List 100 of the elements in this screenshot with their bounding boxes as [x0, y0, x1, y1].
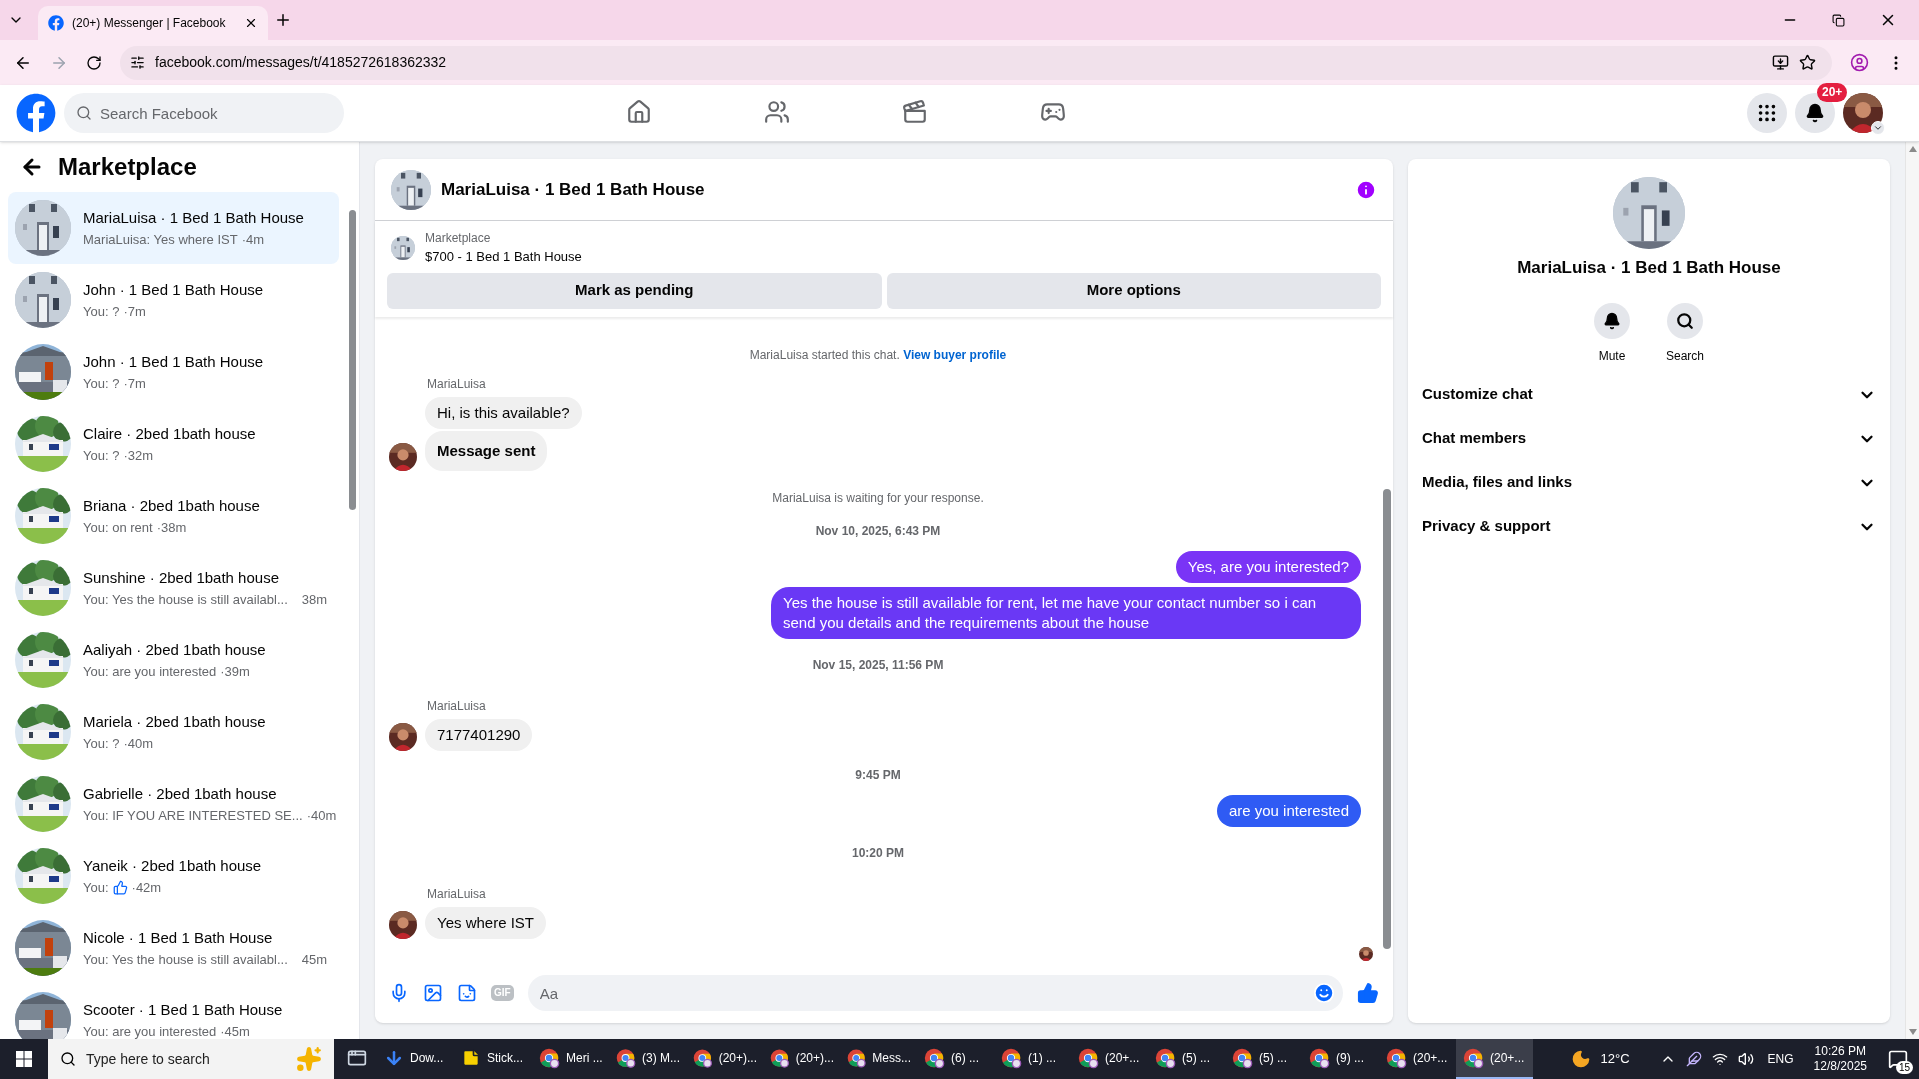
taskbar-app[interactable]: Mess...	[840, 1039, 917, 1079]
scroll-down-icon[interactable]	[1908, 1029, 1917, 1035]
language-indicator[interactable]: ENG	[1767, 1050, 1794, 1068]
taskbar-app[interactable]: (9) ...	[1302, 1039, 1379, 1079]
conversation-item[interactable]: Yaneik · 2bed 1bath house You: ·42m	[8, 840, 339, 912]
sender-name: MariaLuisa	[427, 699, 486, 713]
profile-icon[interactable]	[1850, 53, 1869, 72]
sticker-icon[interactable]	[457, 983, 477, 1003]
details-section[interactable]: Media, files and links	[1422, 460, 1876, 505]
window-icon	[347, 1048, 367, 1068]
search-field[interactable]: Search Facebook	[64, 93, 344, 133]
message-preview: You: Yes the house is still availabl...	[83, 590, 288, 609]
conversation-title: Yaneik · 2bed 1bath house	[83, 856, 262, 876]
taskbar-app[interactable]: (20+)...	[686, 1039, 763, 1079]
taskbar-app[interactable]: Dow...	[378, 1039, 455, 1079]
scroll-up-icon[interactable]	[1908, 146, 1917, 152]
install-icon[interactable]	[1772, 54, 1789, 71]
weather-temperature[interactable]: 12°C	[1600, 1049, 1630, 1069]
notification-count: 15	[1895, 1061, 1913, 1074]
browser-icon	[1308, 1047, 1330, 1069]
taskbar-app[interactable]: (3) M...	[609, 1039, 686, 1079]
conversation-item[interactable]: Nicole · 1 Bed 1 Bath House You: Yes the house is still availabl... 45m	[8, 912, 339, 984]
conversation-item[interactable]: Gabrielle · 2bed 1bath house You: IF YOU ARE INTERESTED SE... ·40m	[8, 768, 339, 840]
menu-button[interactable]	[1747, 93, 1787, 133]
network-icon[interactable]	[1711, 1051, 1728, 1067]
close-icon[interactable]	[244, 16, 258, 30]
listing-action-button[interactable]: More options	[886, 272, 1381, 309]
taskbar-search-field[interactable]: Type here to search	[48, 1039, 334, 1079]
taskbar-app[interactable]: (20+...	[1456, 1039, 1533, 1079]
message-bubble: Yes, are you interested?	[1175, 551, 1361, 583]
address-bar[interactable]: facebook.com/messages/t/4185272618362332	[120, 45, 1832, 80]
conversation-item[interactable]: Aaliyah · 2bed 1bath house You: are you interested ·39m	[8, 624, 339, 696]
details-section[interactable]: Customize chat	[1422, 372, 1876, 417]
taskbar-app[interactable]: (20+...	[1071, 1039, 1148, 1079]
details-section[interactable]: Chat members	[1422, 416, 1876, 461]
emoji-icon[interactable]	[1313, 982, 1335, 1004]
conversation-item[interactable]: MariaLuisa · 1 Bed 1 Bath House MariaLuisa: Yes where IST ·4m	[8, 192, 339, 264]
account-menu-button[interactable]	[1871, 121, 1885, 135]
notification-badge: 20+	[1817, 83, 1848, 102]
thumbs-up-icon	[112, 879, 128, 895]
taskbar-app[interactable]: (20+)...	[763, 1039, 840, 1079]
browser-tab[interactable]: (20+) Messenger | Facebook	[38, 6, 268, 40]
site-settings-icon[interactable]	[130, 55, 145, 70]
pen-icon[interactable]	[1685, 1051, 1702, 1067]
conversation-item[interactable]: John · 1 Bed 1 Bath House You: ? ·7m	[8, 264, 339, 336]
taskbar-app[interactable]: Stick...	[455, 1039, 532, 1079]
taskbar-app[interactable]: (20+...	[1379, 1039, 1456, 1079]
restore-icon[interactable]	[1832, 13, 1845, 27]
volume-icon[interactable]	[1737, 1051, 1754, 1067]
new-tab-icon[interactable]	[274, 11, 292, 29]
mute-button[interactable]	[1594, 302, 1630, 339]
sender-name: MariaLuisa	[427, 377, 486, 391]
page-scrollbar[interactable]	[1905, 142, 1919, 1039]
search-button[interactable]	[1667, 302, 1703, 339]
conversation-item[interactable]: Sunshine · 2bed 1bath house You: Yes the house is still availabl... 38m	[8, 552, 339, 624]
clock[interactable]: 10:26 PM 12/8/2025	[1807, 1044, 1873, 1074]
view-buyer-profile-link[interactable]: View buyer profile	[903, 348, 1007, 362]
browser-icon	[1385, 1047, 1407, 1069]
taskbar-app[interactable]: (5) ...	[1148, 1039, 1225, 1079]
listing-action-button[interactable]: Mark as pending	[387, 272, 882, 309]
sparkles-icon	[296, 1046, 322, 1072]
reload-icon[interactable]	[86, 54, 102, 71]
sticky-note-icon	[461, 1048, 481, 1068]
app-label: Stick...	[487, 1050, 523, 1067]
info-icon[interactable]	[1355, 178, 1377, 201]
facebook-logo[interactable]	[16, 93, 56, 133]
taskbar-app[interactable]: Meri ...	[532, 1039, 609, 1079]
message-input[interactable]: Aa	[527, 975, 1343, 1011]
message-preview: You: are you interested	[83, 1022, 217, 1039]
caret-icon	[1873, 123, 1883, 133]
microphone-icon[interactable]	[389, 983, 409, 1003]
moon-icon	[1570, 1049, 1591, 1069]
message-time: ·40m	[306, 806, 337, 825]
app-label: (20+)...	[718, 1050, 757, 1067]
friends-icon	[763, 98, 790, 125]
timestamp: 9:45 PM	[855, 768, 901, 782]
browser-icon	[615, 1047, 636, 1069]
taskbar-app[interactable]: (1) ...	[994, 1039, 1071, 1079]
message-preview: You: IF YOU ARE INTERESTED SE...	[83, 806, 303, 825]
bookmark-star-icon[interactable]	[1799, 54, 1816, 71]
conversation-item[interactable]: Mariela · 2bed 1bath house You: ? ·40m	[8, 696, 339, 768]
listing-title[interactable]: $700 - 1 Bed 1 Bath House	[425, 247, 582, 267]
conversation-item[interactable]: John · 1 Bed 1 Bath House You: ? ·7m	[8, 336, 339, 408]
browser-icon	[769, 1047, 790, 1069]
details-section[interactable]: Privacy & support	[1422, 504, 1876, 549]
message-time: ·32m	[123, 446, 154, 465]
app-label: (20+...	[1413, 1050, 1448, 1067]
image-icon[interactable]	[423, 983, 443, 1003]
conversation-title: Nicole · 1 Bed 1 Bath House	[83, 928, 274, 948]
conversation-item[interactable]: Briana · 2bed 1bath house You: on rent ·38m	[8, 480, 339, 552]
download-icon	[384, 1048, 404, 1068]
action-label: Search	[1666, 347, 1704, 365]
taskbar-app[interactable]: (5) ...	[1225, 1039, 1302, 1079]
search-icon	[60, 1051, 76, 1067]
thumbs-up-icon[interactable]	[1357, 982, 1379, 1004]
conversation-item[interactable]: Claire · 2bed 1bath house You: ? ·32m	[8, 408, 339, 480]
message-time: ·40m	[123, 734, 154, 753]
conversation-title: Briana · 2bed 1bath house	[83, 496, 260, 516]
app-label: (20+...	[1105, 1050, 1140, 1067]
taskbar-app[interactable]: (6) ...	[917, 1039, 994, 1079]
